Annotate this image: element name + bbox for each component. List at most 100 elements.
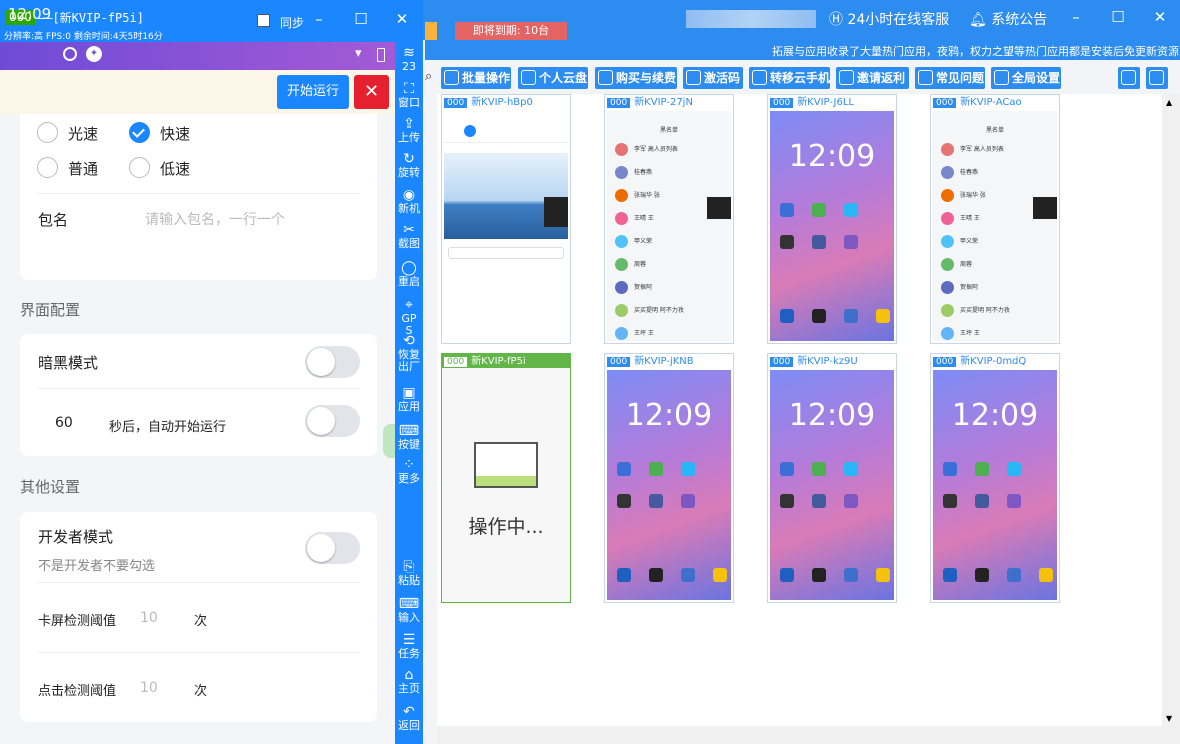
device-card[interactable]: 000 新KVIP-hBp0 bbox=[441, 94, 571, 344]
sidebar-button-label: 更多 bbox=[398, 472, 420, 485]
device-screen-preview[interactable]: 12:09 bbox=[770, 370, 894, 600]
customer-service-link[interactable]: Ⓗ 24小时在线客服 bbox=[829, 10, 949, 30]
sidebar-button-rotate[interactable]: ↻ 旋转 bbox=[395, 152, 423, 179]
notice-link[interactable]: 🔔︎ 系统公告 bbox=[969, 10, 1047, 30]
device-card[interactable]: 000 新KVIP-0mdQ 12:09 bbox=[930, 353, 1060, 603]
contact-name: 周蓉 bbox=[960, 261, 973, 268]
device-card[interactable]: 000 新KVIP-J6LL 12:09 bbox=[767, 94, 897, 344]
sidebar-button-restart[interactable]: ◯ 重启 bbox=[395, 261, 423, 288]
speed-radio-fast[interactable] bbox=[129, 122, 150, 143]
toolbar-button-invite[interactable]: 邀请返利 bbox=[836, 67, 909, 89]
sidebar-button-paste[interactable]: ⎘ 粘贴 bbox=[395, 560, 423, 587]
notification-icon bbox=[63, 47, 77, 61]
preview-contact-row: 周蓉 bbox=[615, 258, 646, 272]
preview-contact-row: 甲义荣 bbox=[941, 235, 978, 249]
chat-input bbox=[448, 247, 564, 259]
click-threshold-input[interactable]: 10 bbox=[140, 680, 158, 696]
sidebar-button-screenshot[interactable]: ✂ 截图 bbox=[395, 223, 423, 250]
sidebar-button-upload[interactable]: ⇪ 上传 bbox=[395, 117, 423, 144]
vertical-scrollbar[interactable]: ▲ ▼ bbox=[1162, 94, 1180, 726]
sidebar-button-app[interactable]: ▣ 应用 bbox=[395, 386, 423, 413]
device-screen-preview[interactable]: 12:09 bbox=[770, 111, 894, 341]
toolbar-button-settings[interactable]: 全局设置 bbox=[991, 67, 1061, 89]
dev-mode-label: 开发者模式 bbox=[38, 528, 114, 546]
scroll-down-icon[interactable]: ▼ bbox=[1166, 714, 1172, 723]
phone-close-button[interactable]: ✕ bbox=[392, 10, 412, 28]
preview-contact-row: 甲义荣 bbox=[615, 235, 652, 249]
speed-radio-slow[interactable] bbox=[129, 157, 150, 178]
card-number: 000 bbox=[770, 357, 794, 367]
device-screen-preview[interactable]: 黑名单 李军 高人员列表 桂春燕 张瑞华 张王晴 王甲义荣 周蓉 贺振阿 买买提明 阿不力孜… bbox=[607, 111, 731, 341]
sidebar-button-reset[interactable]: ⟲ 恢复出厂 bbox=[395, 334, 423, 373]
sidebar-button-label: 恢复出厂 bbox=[398, 348, 420, 373]
auto-start-toggle[interactable] bbox=[305, 405, 360, 437]
expire-badge[interactable]: 即将到期: 10台 bbox=[455, 22, 567, 40]
close-button[interactable]: ✕ bbox=[1150, 8, 1170, 26]
sidebar-button-keyboard[interactable]: ⌨ 按键 bbox=[395, 424, 423, 451]
sidebar-button-window[interactable]: ⛶ 窗口 bbox=[395, 82, 423, 109]
divider bbox=[38, 388, 360, 389]
toolbar-button-faq[interactable]: 常见问题 bbox=[915, 67, 985, 89]
minimize-button[interactable]: – bbox=[1066, 8, 1086, 26]
maximize-button[interactable]: ☐ bbox=[1108, 8, 1128, 26]
dev-mode-hint: 不是开发者不要勾选 bbox=[38, 559, 156, 574]
wifi-icon: ≋ bbox=[403, 45, 415, 61]
search-icon[interactable]: ⌕ bbox=[425, 69, 432, 84]
contact-avatar bbox=[615, 143, 628, 156]
sidebar-button-more[interactable]: ⁘ 更多 bbox=[395, 458, 423, 485]
stuck-threshold-input[interactable]: 10 bbox=[140, 610, 158, 626]
sidebar-button-back[interactable]: ↶ 返回 bbox=[395, 705, 423, 732]
device-card[interactable]: 000 新KVIP-27jN 黑名单 李军 高人员列表 桂春燕 张瑞华 张王晴 王甲义荣周… bbox=[604, 94, 734, 344]
monitor-icon bbox=[474, 442, 538, 488]
scroll-up-icon[interactable]: ▲ bbox=[1166, 98, 1172, 107]
preview-contact-row: 王坪 王 bbox=[941, 327, 980, 341]
phone-minimize-button[interactable]: – bbox=[309, 10, 329, 28]
app-icon bbox=[617, 494, 631, 508]
toolbar-button-code[interactable]: 激活码 bbox=[683, 67, 743, 89]
sidebar-button-input[interactable]: ⌨ 输入 bbox=[395, 597, 423, 624]
sidebar-button-label: 旋转 bbox=[398, 166, 420, 179]
device-screen-preview[interactable]: 黑名单 李军 高人员列表 桂春燕 张瑞华 张王晴 王甲义荣 周蓉 贺振阿 买买提明 阿不力孜… bbox=[933, 111, 1057, 341]
card-device-name: 新KVIP-ACao bbox=[960, 97, 1022, 108]
toolbar-button-label: 邀请返利 bbox=[857, 71, 906, 85]
dark-mode-toggle[interactable] bbox=[305, 346, 360, 378]
toolbar-button-transfer[interactable]: 转移云手机 bbox=[749, 67, 830, 89]
horizontal-scrollbar[interactable] bbox=[437, 726, 1180, 744]
layout-button[interactable] bbox=[1146, 67, 1168, 89]
package-input[interactable]: 请输入包名，一行一个 bbox=[145, 209, 285, 229]
device-screen-preview[interactable]: 12:09 bbox=[607, 370, 731, 600]
sidebar-button-wifi[interactable]: ≋ 23 bbox=[395, 46, 423, 73]
toolbar-button-shop[interactable]: 购买与续费 bbox=[595, 67, 677, 89]
start-run-button[interactable]: 开始运行 bbox=[277, 75, 349, 109]
group-tab[interactable] bbox=[425, 22, 437, 40]
back-icon: ↶ bbox=[403, 704, 415, 720]
app-icon bbox=[1039, 568, 1053, 582]
rotate-icon: ↻ bbox=[403, 151, 415, 167]
device-screen-preview[interactable]: 12:09 bbox=[933, 370, 1057, 600]
app-icon bbox=[812, 568, 826, 582]
fullscreen-button[interactable] bbox=[1118, 67, 1140, 89]
device-screen-preview[interactable]: 操作中... bbox=[444, 370, 568, 600]
toolbar-button-batch[interactable]: 批量操作 bbox=[441, 67, 511, 89]
batch-icon bbox=[444, 70, 459, 85]
dev-mode-toggle[interactable] bbox=[305, 532, 360, 564]
contact-name: 买买提明 阿不力孜 bbox=[960, 307, 1010, 314]
device-card[interactable]: 000 新KVIP-fP5i 操作中... bbox=[441, 353, 571, 603]
device-card[interactable]: 000 新KVIP-ACao 黑名单 李军 高人员列表 桂春燕 张瑞华 张王晴 王甲义荣周… bbox=[930, 94, 1060, 344]
speed-radio-light[interactable] bbox=[37, 122, 58, 143]
sidebar-button-gps[interactable]: ⌖ GPS bbox=[395, 298, 423, 337]
auto-seconds-input[interactable]: 60 bbox=[55, 415, 73, 431]
drawer-handle[interactable] bbox=[383, 424, 395, 458]
sidebar-button-new-device[interactable]: ◉ 新机 bbox=[395, 188, 423, 215]
speed-radio-normal[interactable] bbox=[37, 157, 58, 178]
sidebar-button-home[interactable]: ⌂ 主页 bbox=[395, 668, 423, 695]
card-number: 000 bbox=[933, 357, 957, 367]
phone-maximize-button[interactable]: ☐ bbox=[351, 10, 371, 28]
device-screen-preview[interactable] bbox=[444, 111, 568, 341]
sync-checkbox[interactable] bbox=[257, 14, 270, 27]
device-card[interactable]: 000 新KVIP-jKNB 12:09 bbox=[604, 353, 734, 603]
close-panel-button[interactable]: ✕ bbox=[354, 75, 389, 109]
sidebar-button-task[interactable]: ☰ 任务 bbox=[395, 633, 423, 660]
device-card[interactable]: 000 新KVIP-kz9U 12:09 bbox=[767, 353, 897, 603]
toolbar-button-cloud[interactable]: 个人云盘 bbox=[518, 67, 588, 89]
